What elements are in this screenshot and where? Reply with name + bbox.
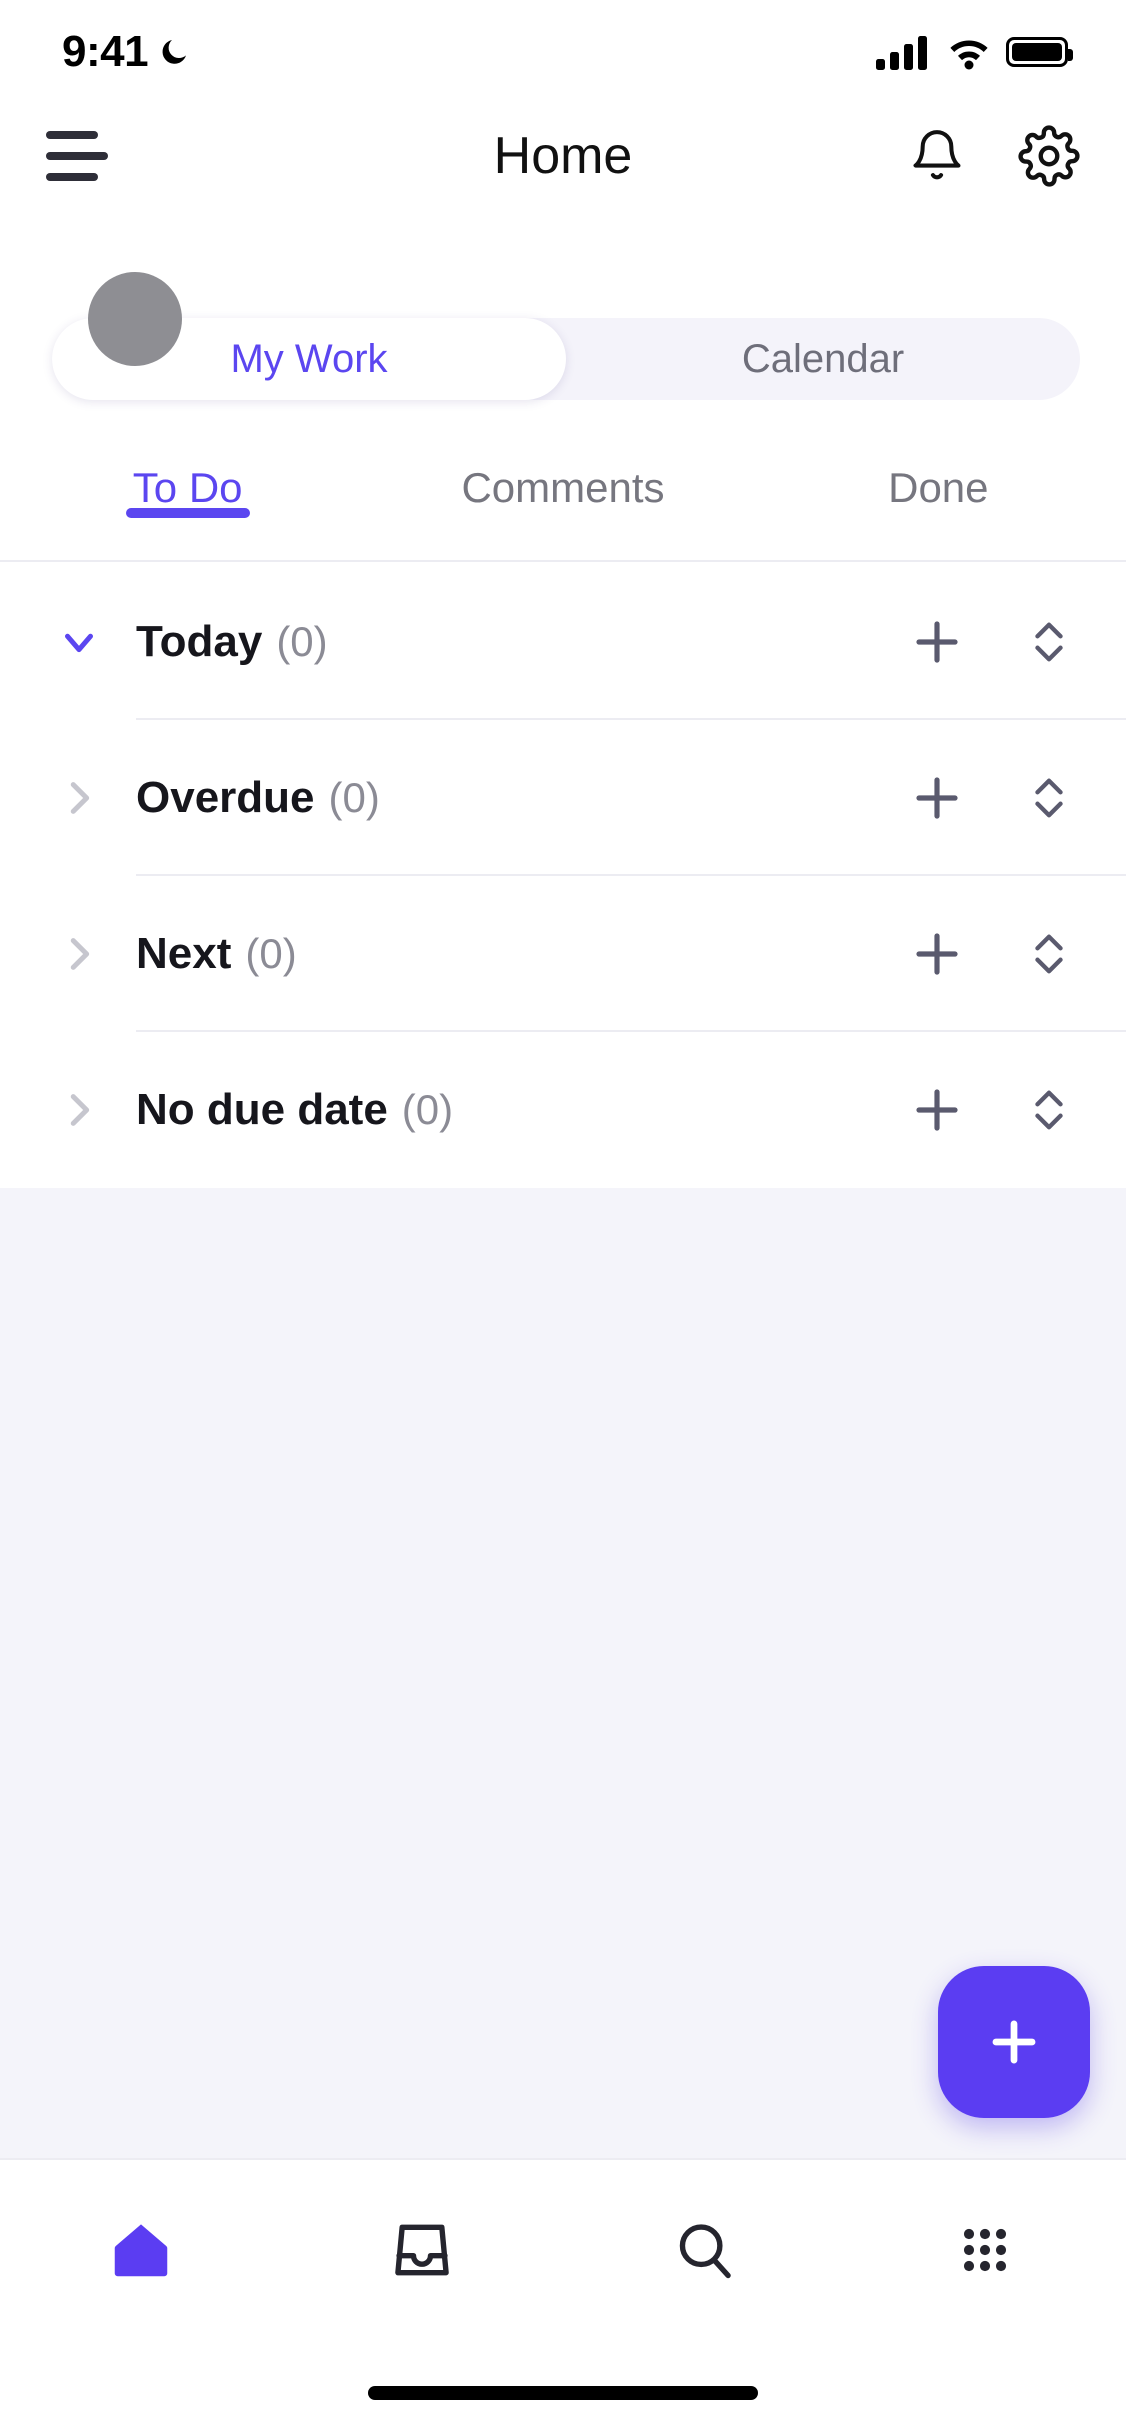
plus-icon[interactable] <box>906 923 968 985</box>
plus-icon[interactable] <box>906 767 968 829</box>
segmented-control: My Work Calendar <box>52 318 1080 400</box>
plus-icon[interactable] <box>906 611 968 673</box>
status-bar-left: 9:41 <box>62 27 190 77</box>
segment-my-work-label: My Work <box>230 336 388 381</box>
sort-updown-icon[interactable] <box>1018 923 1080 985</box>
tab-to-do-label: To Do <box>132 464 243 511</box>
grid-apps-icon <box>964 2228 1007 2272</box>
section-count: (0) <box>276 618 328 665</box>
section-title: No due date <box>136 1085 388 1134</box>
section-count: (0) <box>245 930 297 977</box>
nav-item-home[interactable] <box>0 2215 282 2285</box>
tab-comments[interactable]: Comments <box>375 452 750 512</box>
chevron-down-icon[interactable] <box>52 619 106 665</box>
tab-done[interactable]: Done <box>751 452 1126 512</box>
nav-item-apps[interactable] <box>845 2218 1126 2282</box>
sort-updown-icon[interactable] <box>1018 1079 1080 1141</box>
section-row-actions <box>906 611 1080 673</box>
section-count: (0) <box>401 1086 454 1133</box>
section-list: Today (0) Overdue (0) Next (0) No due da… <box>0 564 1126 1188</box>
section-row-actions <box>906 1079 1080 1141</box>
tab-bar: To Do Comments Done <box>0 452 1126 562</box>
battery-full-icon <box>1006 37 1073 67</box>
bottom-navigation <box>0 2158 1126 2340</box>
plus-icon <box>992 2020 1036 2064</box>
sort-updown-icon[interactable] <box>1018 611 1080 673</box>
add-task-fab[interactable] <box>938 1966 1090 2118</box>
nav-item-search[interactable] <box>563 2216 845 2284</box>
app-header: Home <box>0 104 1126 208</box>
section-row-actions <box>906 923 1080 985</box>
wifi-icon <box>950 40 988 70</box>
status-bar-right <box>876 34 1073 70</box>
section-row-actions <box>906 767 1080 829</box>
home-indicator <box>368 2386 758 2400</box>
section-title: Today <box>136 617 263 666</box>
hamburger-menu-icon[interactable] <box>46 131 108 181</box>
user-avatar[interactable] <box>88 272 182 366</box>
section-row-today[interactable]: Today (0) <box>0 564 1126 720</box>
tab-comments-label: Comments <box>461 464 665 511</box>
gear-icon[interactable] <box>1018 125 1080 187</box>
nav-item-inbox[interactable] <box>282 2216 564 2284</box>
sort-updown-icon[interactable] <box>1018 767 1080 829</box>
section-row-overdue[interactable]: Overdue (0) <box>0 720 1126 876</box>
bell-icon[interactable] <box>906 125 968 187</box>
tab-to-do[interactable]: To Do <box>0 452 375 512</box>
inbox-tray-icon <box>395 2224 450 2276</box>
chevron-right-icon[interactable] <box>52 1087 106 1133</box>
section-title: Overdue <box>136 773 315 822</box>
status-time: 9:41 <box>62 27 149 76</box>
segment-calendar[interactable]: Calendar <box>566 318 1080 400</box>
status-bar: 9:41 <box>0 0 1126 104</box>
segment-calendar-label: Calendar <box>741 336 905 381</box>
section-row-next[interactable]: Next (0) <box>0 876 1126 1032</box>
search-icon <box>679 2224 731 2279</box>
section-row-no-due-date[interactable]: No due date (0) <box>0 1032 1126 1188</box>
chevron-right-icon[interactable] <box>52 775 106 821</box>
cellular-signal-icon <box>876 36 927 70</box>
section-count: (0) <box>328 774 380 821</box>
header-actions <box>906 125 1080 187</box>
chevron-right-icon[interactable] <box>52 931 106 977</box>
tab-done-label: Done <box>888 464 989 511</box>
home-icon <box>114 2224 167 2277</box>
section-title: Next <box>136 929 232 978</box>
moon-icon <box>162 40 187 64</box>
plus-icon[interactable] <box>906 1079 968 1141</box>
